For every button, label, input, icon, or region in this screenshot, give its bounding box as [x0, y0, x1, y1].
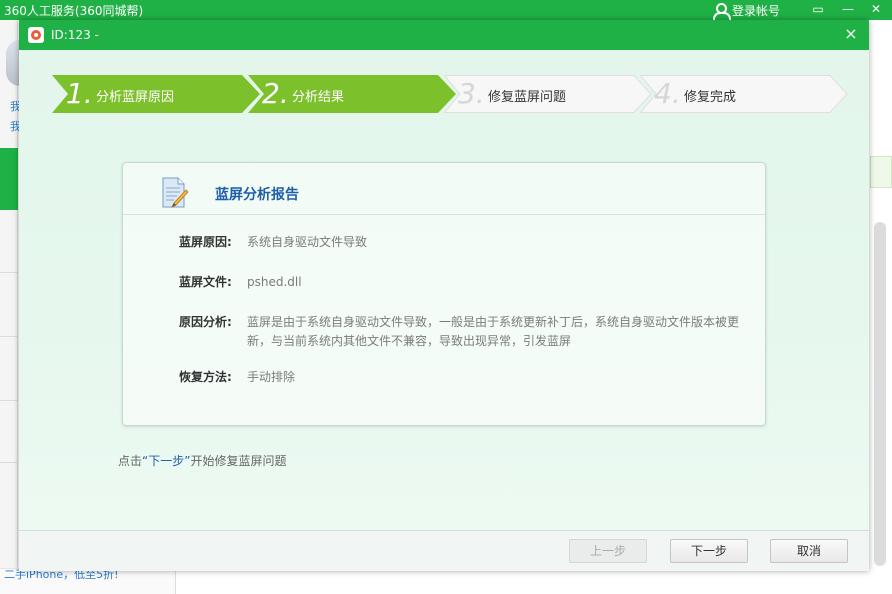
close-icon[interactable]: × — [841, 24, 861, 44]
dialog-title: ID:123 - — [51, 28, 99, 42]
hint-next-link: “下一步” — [142, 454, 191, 468]
step-1-label: 分析蓝屏原因 — [96, 90, 175, 105]
avatar[interactable] — [6, 40, 20, 86]
message-icon[interactable]: ▭ — [804, 0, 832, 20]
divider — [0, 336, 18, 337]
divider — [0, 462, 18, 463]
user-icon — [712, 2, 731, 20]
row-label: 恢复方法: — [179, 370, 232, 384]
dialog-titlebar[interactable]: ID:123 - × — [19, 20, 869, 50]
app-title: 360人工服务(360同城帮) — [4, 4, 144, 18]
cancel-button[interactable]: 取消 — [770, 539, 848, 563]
row-value: 蓝屏是由于系统自身驱动文件导致，一般是由于系统更新补丁后，系统自身驱动文件版本被… — [247, 315, 740, 348]
step-3-label: 修复蓝屏问题 — [488, 90, 567, 105]
step-2-label: 分析结果 — [292, 90, 345, 105]
next-step-hint: 点击“下一步”开始修复蓝屏问题 — [118, 452, 286, 469]
sidebar-active-item[interactable] — [0, 148, 18, 210]
minimize-icon[interactable]: — — [834, 0, 862, 20]
analysis-report-card: 蓝屏分析报告 蓝屏原因: 系统自身驱动文件导致 蓝屏文件: pshed.dll … — [122, 162, 766, 426]
report-title: 蓝屏分析报告 — [215, 187, 299, 203]
row-label: 原因分析: — [179, 315, 232, 329]
row-value: 手动排除 — [247, 370, 296, 384]
hint-prefix: 点击 — [118, 454, 143, 468]
next-button[interactable]: 下一步 — [670, 539, 748, 563]
login-button[interactable]: 登录帐号 — [712, 0, 780, 20]
app-titlebar: 360人工服务(360同城帮) 登录帐号 ▭ — ✕ — [0, 0, 892, 20]
report-header: 蓝屏分析报告 — [123, 163, 765, 215]
lifebuoy-logo-icon — [28, 27, 44, 43]
divider — [0, 272, 18, 273]
row-label: 蓝屏原因: — [179, 235, 232, 249]
step-4-number: 4. — [654, 77, 681, 110]
hint-suffix: 开始修复蓝屏问题 — [190, 454, 287, 468]
row-label: 蓝屏文件: — [179, 275, 232, 289]
step-2-number: 2. — [262, 77, 289, 110]
divider — [0, 400, 18, 401]
row-value: 系统自身驱动文件导致 — [247, 235, 368, 249]
step-progress: 1. 分析蓝屏原因 2. 分析结果 3. 修复蓝屏问题 4. 修复完成 — [52, 75, 848, 113]
prev-button[interactable]: 上一步 — [569, 539, 647, 563]
promo-link[interactable]: 二手iPhone，低至5折! — [0, 568, 176, 594]
step-3-number: 3. — [458, 77, 485, 110]
dialog-footer: 上一步 下一步 取消 — [19, 530, 869, 571]
bluescreen-repair-dialog: ID:123 - × 1. 分析蓝屏原因 2. 分析结果 3. 修复蓝屏问题 4… — [19, 20, 869, 571]
step-1-number: 1. — [66, 77, 93, 110]
document-pencil-icon — [162, 177, 189, 208]
row-value: pshed.dll — [247, 275, 302, 289]
scrollbar[interactable] — [874, 222, 886, 566]
step-4-label: 修复完成 — [684, 90, 737, 105]
login-label: 登录帐号 — [732, 3, 781, 18]
app-info-band — [870, 156, 892, 188]
app-close-icon[interactable]: ✕ — [862, 0, 890, 20]
